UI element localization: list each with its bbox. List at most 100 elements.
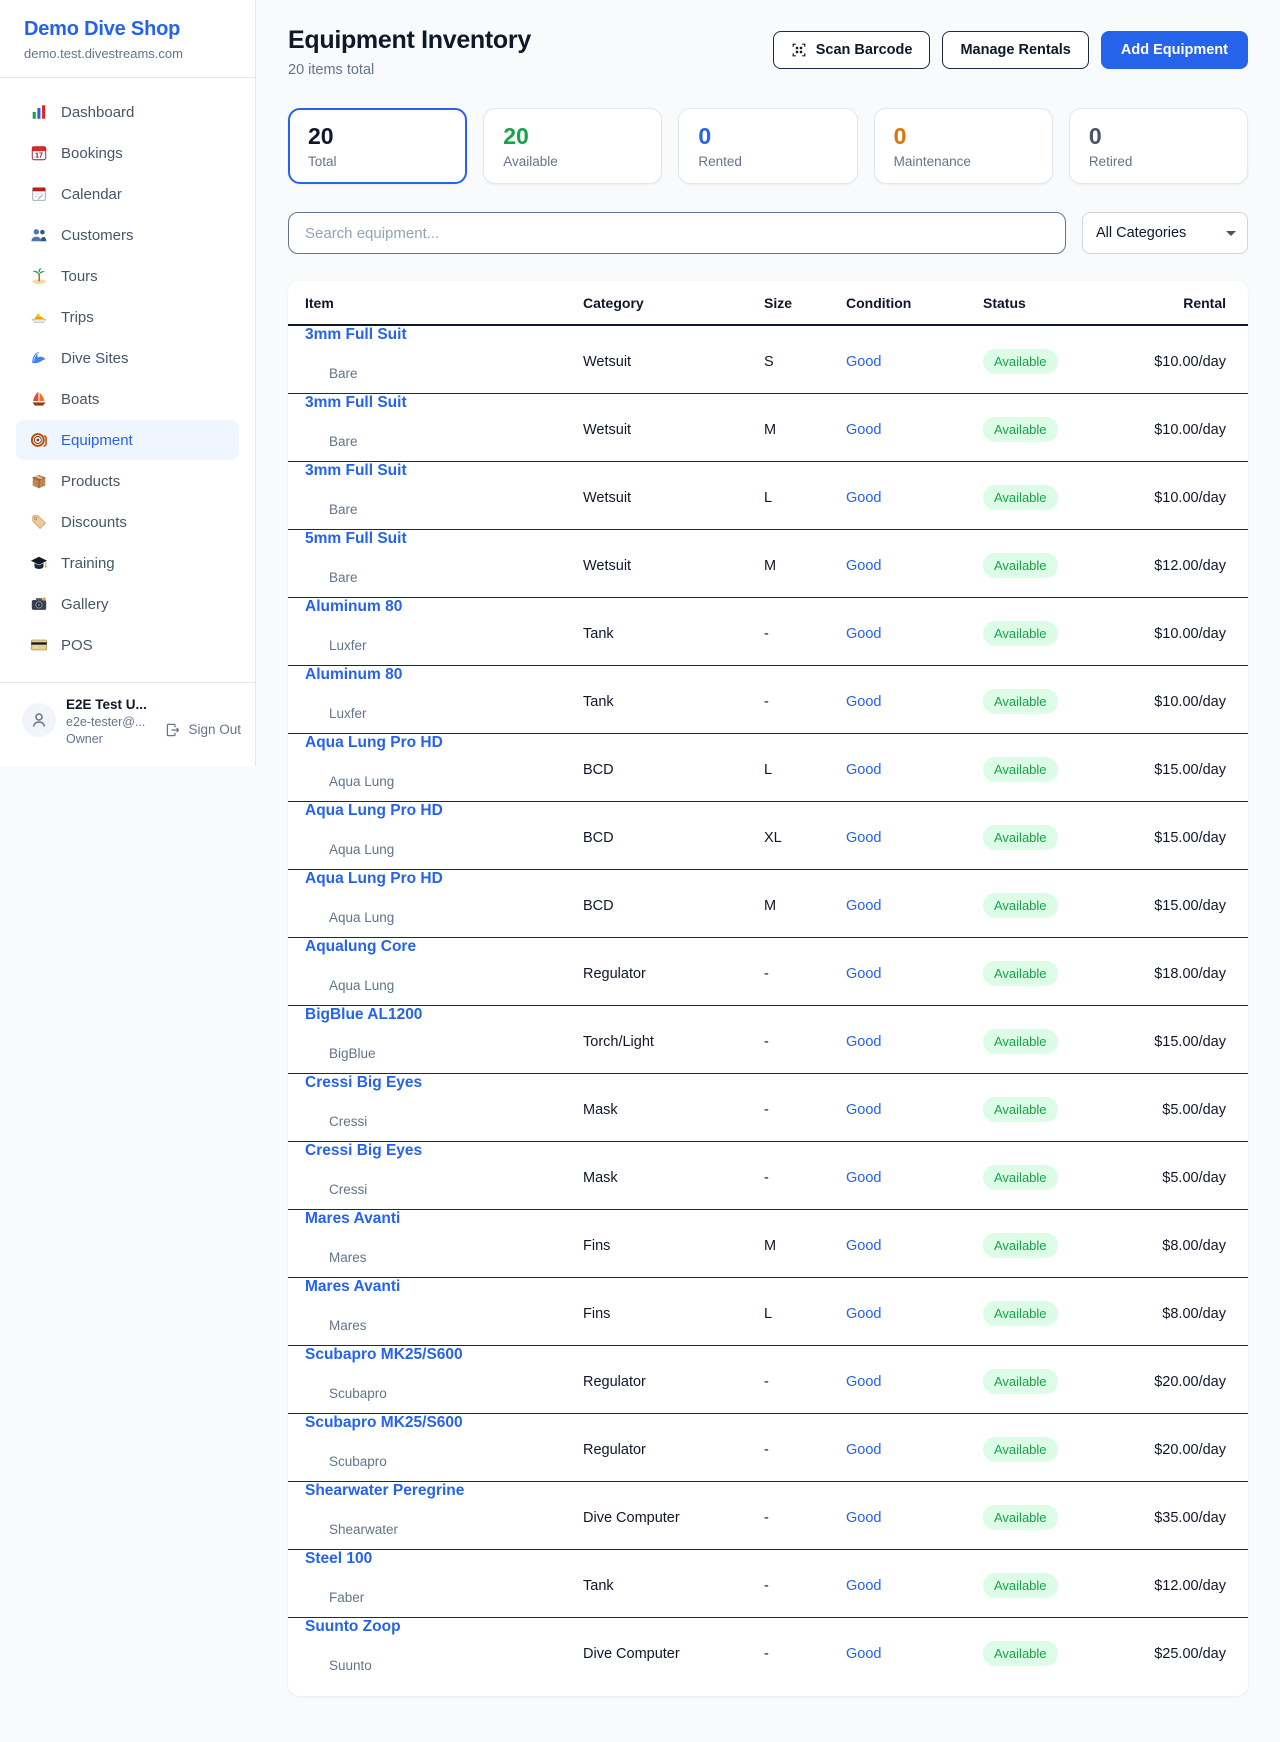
status-badge: Available <box>983 553 1058 578</box>
sidebar-item-tours[interactable]: Tours <box>16 256 239 296</box>
stat-card-rented[interactable]: 0 Rented <box>678 108 857 184</box>
item-name-link[interactable]: Mares Avanti <box>305 1210 583 1228</box>
sidebar-item-customers[interactable]: Customers <box>16 215 239 255</box>
category-cell: Torch/Light <box>583 1034 764 1050</box>
sidebar-item-dive-sites[interactable]: Dive Sites <box>16 338 239 378</box>
avatar <box>22 703 56 737</box>
condition-link[interactable]: Good <box>846 830 983 846</box>
item-name-link[interactable]: Scubapro MK25/S600 <box>305 1346 583 1364</box>
item-cell: 3mm Full Suit Bare <box>305 326 583 397</box>
size-cell: - <box>764 694 846 710</box>
table-row: Aqua Lung Pro HD Aqua Lung BCD M Good Av… <box>288 870 1248 938</box>
condition-link[interactable]: Good <box>846 490 983 506</box>
category-cell: Fins <box>583 1238 764 1254</box>
stat-card-retired[interactable]: 0 Retired <box>1069 108 1248 184</box>
sidebar-item-boats[interactable]: Boats <box>16 379 239 419</box>
stat-card-maintenance[interactable]: 0 Maintenance <box>874 108 1053 184</box>
table-row: Aqua Lung Pro HD Aqua Lung BCD XL Good A… <box>288 802 1248 870</box>
size-cell: M <box>764 898 846 914</box>
size-cell: - <box>764 1510 846 1526</box>
status-badge: Available <box>983 825 1058 850</box>
condition-link[interactable]: Good <box>846 1238 983 1254</box>
item-brand: Scubapro <box>305 1436 583 1485</box>
sidebar-item-dashboard[interactable]: Dashboard <box>16 92 239 132</box>
condition-link[interactable]: Good <box>846 966 983 982</box>
search-input[interactable] <box>288 212 1066 254</box>
condition-link[interactable]: Good <box>846 1374 983 1390</box>
stat-card-total[interactable]: 20 Total <box>288 108 467 184</box>
sidebar-item-discounts[interactable]: Discounts <box>16 502 239 542</box>
status-badge: Available <box>983 961 1058 986</box>
item-name-link[interactable]: Aqua Lung Pro HD <box>305 870 583 888</box>
condition-link[interactable]: Good <box>846 422 983 438</box>
sidebar-item-products[interactable]: Products <box>16 461 239 501</box>
item-cell: Suunto Zoop Suunto <box>305 1618 583 1689</box>
sidebar-item-equipment[interactable]: Equipment <box>16 420 239 460</box>
condition-link[interactable]: Good <box>846 1034 983 1050</box>
item-cell: Aluminum 80 Luxfer <box>305 598 583 669</box>
item-name-link[interactable]: Suunto Zoop <box>305 1618 583 1636</box>
item-name-link[interactable]: Aqualung Core <box>305 938 583 956</box>
stat-card-available[interactable]: 20 Available <box>483 108 662 184</box>
size-cell: L <box>764 1306 846 1322</box>
item-brand: Mares <box>305 1300 583 1349</box>
training-icon <box>30 554 48 572</box>
item-name-link[interactable]: 5mm Full Suit <box>305 530 583 548</box>
item-name-link[interactable]: BigBlue AL1200 <box>305 1006 583 1024</box>
status-cell: Available <box>983 1573 1153 1598</box>
item-name-link[interactable]: 3mm Full Suit <box>305 462 583 480</box>
item-name-link[interactable]: 3mm Full Suit <box>305 326 583 344</box>
condition-link[interactable]: Good <box>846 558 983 574</box>
item-name-link[interactable]: Steel 100 <box>305 1550 583 1568</box>
sidebar-item-pos[interactable]: POS <box>16 625 239 665</box>
condition-link[interactable]: Good <box>846 762 983 778</box>
scan-barcode-button[interactable]: Scan Barcode <box>773 31 931 69</box>
sidebar-item-label: Customers <box>61 227 134 244</box>
sidebar-item-bookings[interactable]: 17 Bookings <box>16 133 239 173</box>
sidebar-item-gallery[interactable]: Gallery <box>16 584 239 624</box>
item-name-link[interactable]: Aqua Lung Pro HD <box>305 734 583 752</box>
sign-out-button[interactable]: Sign Out <box>165 697 241 746</box>
condition-link[interactable]: Good <box>846 694 983 710</box>
condition-link[interactable]: Good <box>846 1510 983 1526</box>
add-equipment-button[interactable]: Add Equipment <box>1101 31 1248 69</box>
category-select[interactable]: All Categories <box>1082 212 1248 254</box>
item-name-link[interactable]: Cressi Big Eyes <box>305 1074 583 1092</box>
condition-link[interactable]: Good <box>846 1102 983 1118</box>
condition-link[interactable]: Good <box>846 626 983 642</box>
condition-link[interactable]: Good <box>846 1442 983 1458</box>
gallery-icon <box>30 595 48 613</box>
equipment-icon <box>30 431 48 449</box>
equipment-table: Item Category Size Condition Status Rent… <box>288 281 1248 1696</box>
item-name-link[interactable]: Aqua Lung Pro HD <box>305 802 583 820</box>
item-name-link[interactable]: Scubapro MK25/S600 <box>305 1414 583 1432</box>
item-name-link[interactable]: Aluminum 80 <box>305 598 583 616</box>
condition-link[interactable]: Good <box>846 1578 983 1594</box>
item-name-link[interactable]: Cressi Big Eyes <box>305 1142 583 1160</box>
condition-link[interactable]: Good <box>846 354 983 370</box>
sidebar-item-training[interactable]: Training <box>16 543 239 583</box>
app-root: Demo Dive Shop demo.test.divestreams.com… <box>0 0 1280 1730</box>
sidebar-item-calendar[interactable]: Calendar <box>16 174 239 214</box>
bookings-icon: 17 <box>30 144 48 162</box>
category-cell: Regulator <box>583 1374 764 1390</box>
item-brand: Cressi <box>305 1096 583 1145</box>
condition-link[interactable]: Good <box>846 1170 983 1186</box>
scan-barcode-label: Scan Barcode <box>816 42 913 58</box>
item-brand: Aqua Lung <box>305 824 583 873</box>
status-badge: Available <box>983 349 1058 374</box>
condition-link[interactable]: Good <box>846 1306 983 1322</box>
condition-link[interactable]: Good <box>846 1646 983 1662</box>
item-name-link[interactable]: Aluminum 80 <box>305 666 583 684</box>
status-cell: Available <box>983 1437 1153 1462</box>
item-name-link[interactable]: 3mm Full Suit <box>305 394 583 412</box>
condition-link[interactable]: Good <box>846 898 983 914</box>
sidebar-item-label: Training <box>61 555 115 572</box>
manage-rentals-button[interactable]: Manage Rentals <box>942 31 1088 69</box>
sidebar-item-label: POS <box>61 637 93 654</box>
item-brand: Luxfer <box>305 688 583 737</box>
rental-price: $12.00/day <box>1153 558 1226 574</box>
item-name-link[interactable]: Mares Avanti <box>305 1278 583 1296</box>
item-name-link[interactable]: Shearwater Peregrine <box>305 1482 583 1500</box>
sidebar-item-trips[interactable]: Trips <box>16 297 239 337</box>
